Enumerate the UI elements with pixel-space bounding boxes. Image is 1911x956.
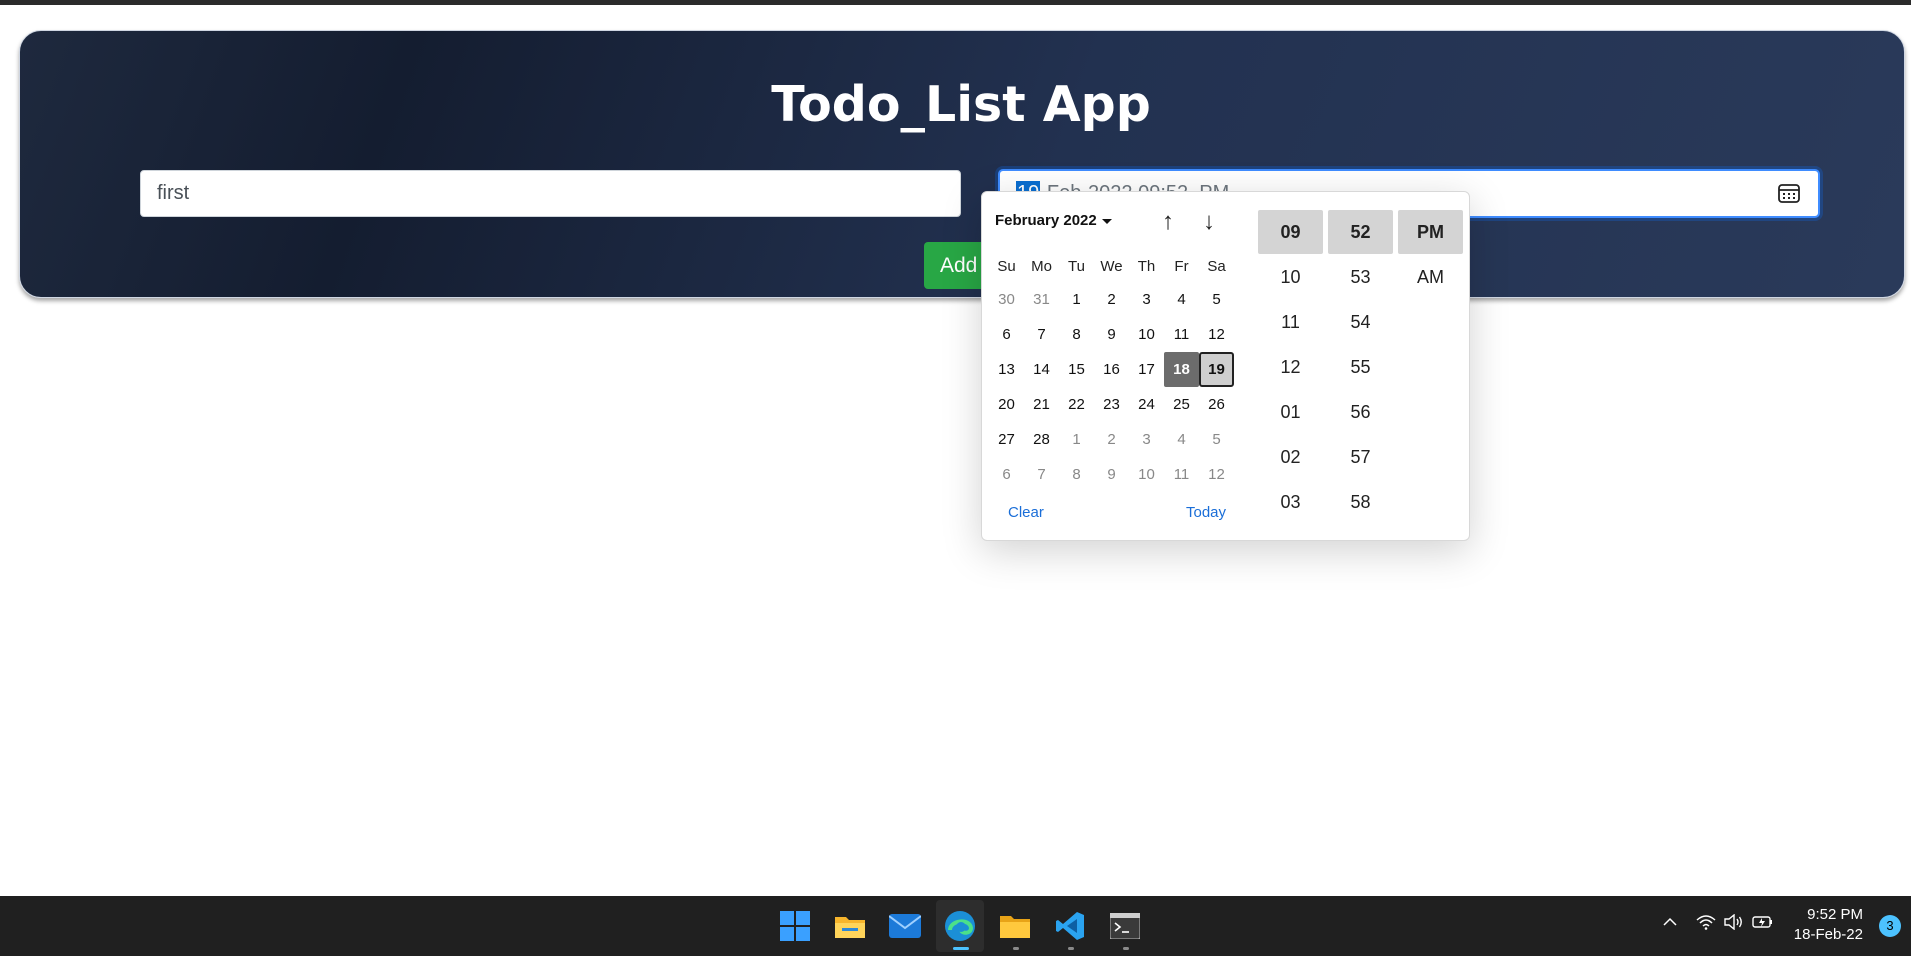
calendar-day[interactable]: 8 xyxy=(1059,317,1094,352)
weekday-label: Su xyxy=(997,258,1016,275)
weekday-label: Tu xyxy=(1068,258,1085,275)
month-year-dropdown[interactable]: February 2022 xyxy=(995,212,1112,229)
calendar-day[interactable]: 6 xyxy=(989,457,1024,492)
calendar-day[interactable]: 1 xyxy=(1059,422,1094,457)
minute-option[interactable]: 58 xyxy=(1328,480,1393,524)
hour-option[interactable]: 03 xyxy=(1258,480,1323,524)
calendar-day[interactable]: 7 xyxy=(1024,457,1059,492)
minute-option[interactable]: 57 xyxy=(1328,435,1393,479)
calendar-day[interactable]: 7 xyxy=(1024,317,1059,352)
calendar-day[interactable]: 16 xyxy=(1094,352,1129,387)
hour-option[interactable]: 02 xyxy=(1258,435,1323,479)
edge-icon[interactable] xyxy=(940,906,980,946)
calendar-day[interactable]: 6 xyxy=(989,317,1024,352)
calendar-day[interactable]: 15 xyxy=(1059,352,1094,387)
calendar-day[interactable]: 21 xyxy=(1024,387,1059,422)
chevron-up-icon[interactable] xyxy=(1662,914,1678,935)
calendar-day[interactable]: 11 xyxy=(1164,317,1199,352)
clock-date: 18-Feb-22 xyxy=(1793,926,1863,943)
calendar-day[interactable]: 3 xyxy=(1129,282,1164,317)
calendar-day[interactable]: 11 xyxy=(1164,457,1199,492)
calendar-day[interactable]: 19 xyxy=(1199,352,1234,387)
calendar-day[interactable]: 28 xyxy=(1024,422,1059,457)
clear-button[interactable]: Clear xyxy=(1008,504,1044,521)
app-header-card: Todo_List App first 19-Feb-2022 09:52 PM… xyxy=(19,30,1905,298)
system-clock[interactable]: 9:52 PM 18-Feb-22 xyxy=(1794,905,1863,945)
previous-month-arrow-icon[interactable]: ↑ xyxy=(1154,208,1182,236)
vscode-running-indicator xyxy=(1068,947,1074,950)
clock-time: 9:52 PM xyxy=(1807,906,1863,923)
file-explorer-icon[interactable] xyxy=(830,906,870,946)
terminal-running-indicator xyxy=(1123,947,1129,950)
calendar-day[interactable]: 30 xyxy=(989,282,1024,317)
calendar-day[interactable]: 26 xyxy=(1199,387,1234,422)
vscode-icon[interactable] xyxy=(1050,906,1090,946)
task-input-value: first xyxy=(157,182,190,204)
task-input[interactable]: first xyxy=(140,170,961,217)
calendar-day[interactable]: 27 xyxy=(989,422,1024,457)
start-icon[interactable] xyxy=(775,906,815,946)
terminal-icon[interactable] xyxy=(1105,906,1145,946)
calendar-day[interactable]: 31 xyxy=(1024,282,1059,317)
calendar-day[interactable]: 9 xyxy=(1094,317,1129,352)
calendar-day[interactable]: 10 xyxy=(1129,317,1164,352)
caret-down-icon xyxy=(1101,218,1112,224)
weekday-label: Th xyxy=(1137,258,1156,275)
weekday-label: Fr xyxy=(1174,258,1189,275)
weekday-label: Sa xyxy=(1207,258,1226,275)
hour-option[interactable]: 10 xyxy=(1258,255,1323,299)
calendar-day[interactable]: 8 xyxy=(1059,457,1094,492)
calendar-day[interactable]: 5 xyxy=(1199,282,1234,317)
calendar-day[interactable]: 4 xyxy=(1164,282,1199,317)
calendar-day[interactable]: 2 xyxy=(1094,282,1129,317)
calendar-day[interactable]: 13 xyxy=(989,352,1024,387)
calendar-day[interactable]: 2 xyxy=(1094,422,1129,457)
minute-option[interactable]: 52 xyxy=(1328,210,1393,254)
hour-option[interactable]: 09 xyxy=(1258,210,1323,254)
edge-active-indicator xyxy=(953,947,969,950)
calendar-day[interactable]: 17 xyxy=(1129,352,1164,387)
calendar-day[interactable]: 20 xyxy=(989,387,1024,422)
calendar-day[interactable]: 3 xyxy=(1129,422,1164,457)
minute-option[interactable]: 53 xyxy=(1328,255,1393,299)
next-month-arrow-icon[interactable]: ↓ xyxy=(1195,208,1223,236)
calendar-day[interactable]: 12 xyxy=(1199,317,1234,352)
calendar-icon[interactable] xyxy=(1778,183,1800,203)
window-top-border xyxy=(0,0,1911,5)
volume-icon[interactable] xyxy=(1724,913,1744,935)
mail-icon[interactable] xyxy=(885,906,925,946)
minute-option[interactable]: 54 xyxy=(1328,300,1393,344)
month-year-label: February 2022 xyxy=(995,212,1097,229)
calendar-day[interactable]: 23 xyxy=(1094,387,1129,422)
minute-option[interactable]: 56 xyxy=(1328,390,1393,434)
wifi-icon[interactable] xyxy=(1696,914,1716,935)
calendar-day[interactable]: 1 xyxy=(1059,282,1094,317)
datetime-picker-popup: February 2022 ↑ ↓ Su Mo Tu We Th Fr Sa 30 31 1 2 3… xyxy=(981,191,1470,541)
notification-badge[interactable]: 3 xyxy=(1879,915,1901,937)
meridiem-option[interactable]: AM xyxy=(1398,255,1463,299)
minute-option[interactable]: 55 xyxy=(1328,345,1393,389)
battery-charging-icon[interactable] xyxy=(1752,914,1774,935)
hour-option[interactable]: 12 xyxy=(1258,345,1323,389)
meridiem-option[interactable]: PM xyxy=(1398,210,1463,254)
calendar-day[interactable]: 4 xyxy=(1164,422,1199,457)
app-title: Todo_List App xyxy=(771,76,1151,133)
calendar-day[interactable]: 10 xyxy=(1129,457,1164,492)
today-button[interactable]: Today xyxy=(1186,504,1226,521)
calendar-day[interactable]: 5 xyxy=(1199,422,1234,457)
calendar-day[interactable]: 22 xyxy=(1059,387,1094,422)
taskbar: 9:52 PM 18-Feb-22 3 xyxy=(0,896,1911,956)
calendar-day[interactable]: 14 xyxy=(1024,352,1059,387)
calendar-day[interactable]: 18 xyxy=(1164,352,1199,387)
hour-option[interactable]: 11 xyxy=(1258,300,1323,344)
weekday-label: We xyxy=(1100,258,1123,275)
folder-running-indicator xyxy=(1013,947,1019,950)
calendar-day[interactable]: 24 xyxy=(1129,387,1164,422)
weekday-label: Mo xyxy=(1031,258,1052,275)
hour-option[interactable]: 01 xyxy=(1258,390,1323,434)
calendar-day[interactable]: 25 xyxy=(1164,387,1199,422)
folder-icon[interactable] xyxy=(995,906,1035,946)
calendar-day[interactable]: 12 xyxy=(1199,457,1234,492)
calendar-day[interactable]: 9 xyxy=(1094,457,1129,492)
